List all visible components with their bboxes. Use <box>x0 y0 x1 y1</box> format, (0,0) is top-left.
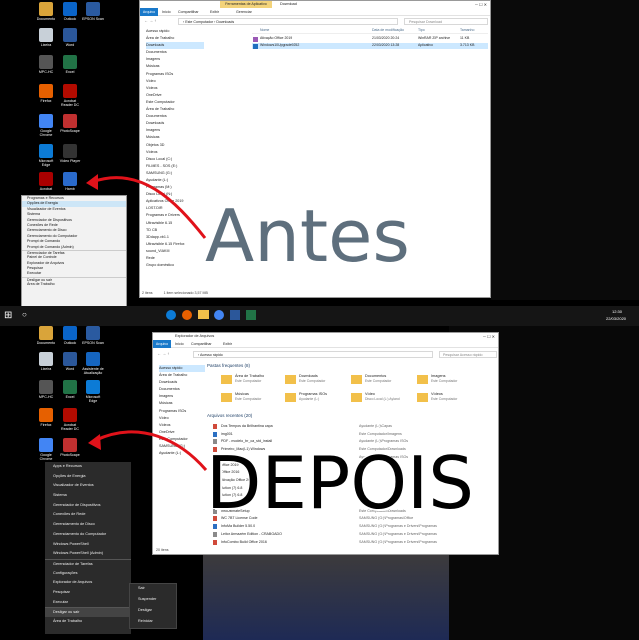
arrow-bottom-head <box>88 434 101 450</box>
arrow-top-head <box>86 174 98 190</box>
arrow-annotations <box>86 174 208 471</box>
arrow-top <box>91 176 207 239</box>
arrow-bottom <box>95 430 208 471</box>
